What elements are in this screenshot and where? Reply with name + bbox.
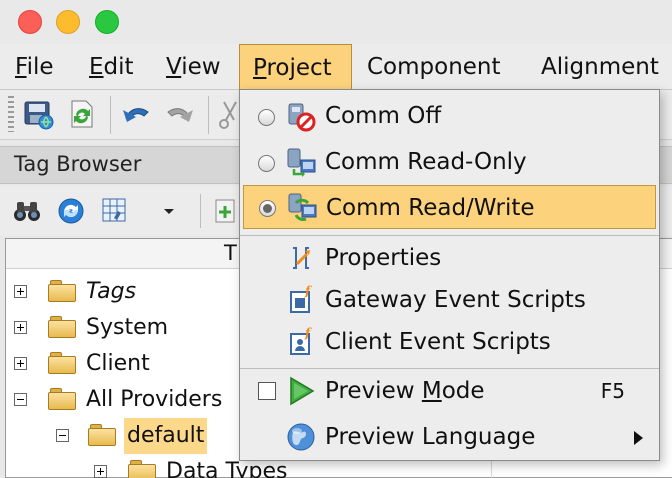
- menu-item-preview-mode[interactable]: Preview Mode F5: [240, 369, 659, 413]
- save-and-publish-icon[interactable]: [66, 98, 98, 130]
- expand-toggle[interactable]: [14, 321, 27, 334]
- radio-button[interactable]: [258, 155, 275, 172]
- menu-edit-label: dit: [103, 54, 134, 80]
- tree-item-label: System: [86, 315, 169, 340]
- expand-toggle[interactable]: [14, 285, 27, 298]
- tree-column-label: T: [224, 241, 237, 265]
- svg-text:f: f: [304, 326, 312, 340]
- comm-read-only-icon: [287, 148, 316, 177]
- tag-browser-title: Tag Browser: [14, 152, 142, 176]
- comm-read-write-icon: [288, 193, 317, 221]
- folder-icon: [48, 352, 76, 374]
- menu-item-comm-read-write[interactable]: Comm Read/Write: [243, 185, 656, 229]
- toolbar-separator: [208, 96, 209, 134]
- menu-item-gateway-event-scripts[interactable]: f Gateway Event Scripts: [240, 278, 659, 322]
- menu-file[interactable]: File: [2, 44, 67, 90]
- save-icon[interactable]: [22, 98, 54, 130]
- menu-file-label: ile: [26, 54, 54, 80]
- open-folder-icon: [48, 388, 76, 410]
- window-title-bar: [0, 0, 672, 44]
- folder-icon: [128, 460, 156, 478]
- minimize-window-button[interactable]: [56, 10, 80, 34]
- folder-icon: [48, 316, 76, 338]
- accelerator-key: F5: [600, 379, 625, 403]
- properties-icon: [293, 247, 310, 269]
- tag-provider-folder-icon: [88, 424, 116, 446]
- menu-file-mnemonic: F: [15, 54, 27, 80]
- menu-item-label: Preview Language: [325, 424, 536, 450]
- menu-item-properties[interactable]: Properties: [240, 236, 659, 280]
- expand-toggle[interactable]: [14, 357, 27, 370]
- menu-view[interactable]: View: [153, 44, 234, 90]
- menu-component[interactable]: Component: [354, 44, 514, 90]
- toolbar-separator: [200, 194, 201, 228]
- menu-item-label: Comm Read/Write: [326, 195, 535, 221]
- toolbar-separator: [110, 96, 111, 134]
- table-edit-icon[interactable]: [100, 196, 130, 226]
- menu-item-label: Gateway Event Scripts: [325, 287, 586, 313]
- submenu-arrow-icon: [634, 431, 643, 445]
- tree-item-label: default: [124, 418, 208, 454]
- menu-item-preview-language[interactable]: Preview Language: [240, 415, 659, 459]
- close-window-button[interactable]: [18, 10, 42, 34]
- client-scripts-icon: f: [290, 326, 312, 355]
- radio-button[interactable]: [258, 109, 275, 126]
- menu-view-label: iew: [181, 54, 221, 80]
- comm-off-icon: [288, 103, 316, 132]
- menu-project-mnemonic: P: [253, 55, 267, 81]
- menu-item-label-part: Preview: [325, 378, 422, 404]
- menu-edit[interactable]: Edit: [76, 44, 147, 90]
- menu-item-client-event-scripts[interactable]: f Client Event Scripts: [240, 320, 659, 364]
- project-menu-dropdown: Comm Off Comm Read-Only Comm Read/Write: [239, 89, 660, 461]
- gateway-scripts-icon: f: [290, 284, 312, 313]
- binoculars-icon[interactable]: [12, 196, 42, 226]
- menu-item-label-part: ode: [441, 378, 485, 404]
- menu-project-label: roject: [266, 55, 332, 81]
- menu-item-label: Client Event Scripts: [325, 329, 551, 355]
- menu-item-label: Comm Read-Only: [325, 149, 527, 175]
- undo-icon[interactable]: [120, 98, 152, 130]
- menu-item-label: Preview Mode: [325, 369, 485, 413]
- redo-icon[interactable]: [164, 98, 196, 130]
- add-tag-icon[interactable]: [210, 196, 240, 226]
- menu-item-comm-read-only[interactable]: Comm Read-Only: [240, 140, 659, 184]
- tree-item-label: Tags: [86, 279, 137, 304]
- tree-item-label: All Providers: [86, 387, 223, 412]
- collapse-toggle[interactable]: [14, 393, 27, 406]
- menu-item-comm-off[interactable]: Comm Off: [240, 94, 659, 138]
- globe-icon: [287, 423, 315, 451]
- menu-component-label: Component: [367, 54, 501, 80]
- play-icon: [290, 376, 315, 406]
- menu-item-mnemonic: M: [421, 378, 442, 404]
- menu-edit-mnemonic: E: [89, 54, 104, 80]
- menu-alignment-label: Alignment: [541, 54, 659, 80]
- toolbar-grip[interactable]: [8, 96, 14, 132]
- menu-alignment[interactable]: Alignment: [528, 44, 672, 90]
- expand-toggle[interactable]: [94, 465, 107, 478]
- tree-item-label: Client: [86, 351, 150, 376]
- svg-text:f: f: [304, 284, 312, 298]
- menu-item-label: Properties: [325, 245, 442, 271]
- menu-item-label: Comm Off: [325, 103, 442, 129]
- tag-provider-folder-icon: [48, 280, 76, 302]
- collapse-toggle[interactable]: [56, 429, 69, 442]
- zoom-window-button[interactable]: [95, 10, 119, 34]
- refresh-tags-icon[interactable]: [56, 196, 86, 226]
- radio-button-selected[interactable]: [259, 200, 276, 217]
- checkbox[interactable]: [258, 382, 276, 400]
- menu-project[interactable]: Project: [239, 44, 352, 90]
- dropdown-arrow-icon[interactable]: [154, 196, 184, 226]
- menu-view-mnemonic: V: [166, 54, 182, 80]
- menu-bar: File Edit View Project Component Alignme…: [0, 44, 672, 90]
